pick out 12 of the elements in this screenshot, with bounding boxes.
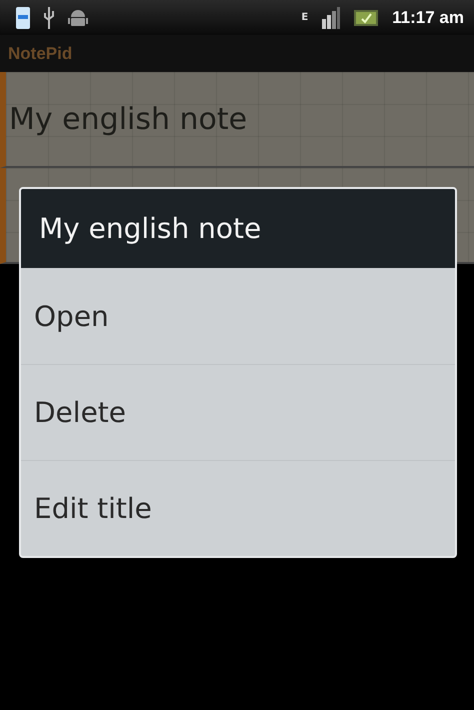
signal-bars-icon	[322, 6, 340, 28]
dialog-title: My english note	[21, 189, 455, 268]
android-robot-icon	[68, 8, 88, 28]
clock-time: 11:17 am	[392, 8, 464, 28]
menu-item[interactable]: Open	[21, 268, 455, 364]
sd-card-icon	[16, 6, 30, 28]
network-type-label: E	[301, 12, 308, 22]
app-title: NotePid	[8, 44, 72, 64]
usb-icon	[44, 6, 54, 28]
menu-item[interactable]: Edit title	[21, 460, 455, 556]
battery-charging-icon	[354, 10, 378, 26]
menu-item[interactable]: Delete	[21, 364, 455, 460]
